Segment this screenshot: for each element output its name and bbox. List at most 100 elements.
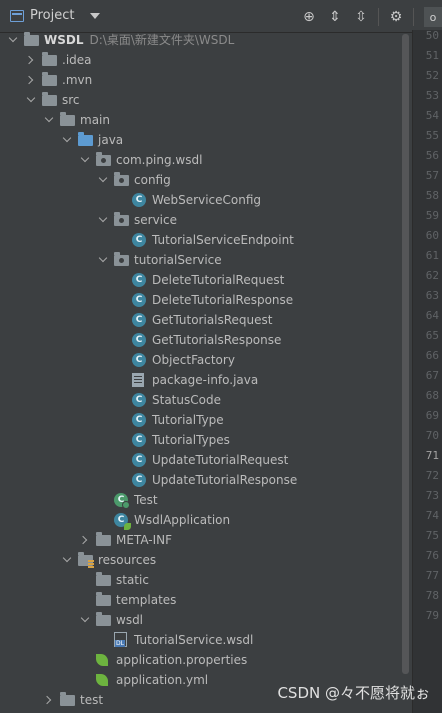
tree-node[interactable]: C ObjectFactory [0, 350, 412, 370]
tree-node[interactable]: C UpdateTutorialRequest [0, 450, 412, 470]
tree-node[interactable]: .idea [0, 50, 412, 70]
project-view-selector[interactable]: Project [10, 8, 101, 23]
tree-node[interactable]: templates [0, 590, 412, 610]
chevron-down-icon[interactable] [62, 135, 72, 145]
tree-node[interactable]: .mvn [0, 70, 412, 90]
tree-node-label: TutorialType [152, 412, 224, 428]
tree-node[interactable]: src [0, 90, 412, 110]
tree-node[interactable]: resources [0, 550, 412, 570]
tree-node-label: WSDL D:\桌面\新建文件夹\WSDL [44, 32, 234, 48]
folder-icon [24, 32, 39, 46]
node-name: .mvn [62, 73, 93, 87]
chevron-down-icon[interactable] [98, 215, 108, 225]
tree-node-label: GetTutorialsResponse [152, 332, 281, 348]
editor-tab[interactable]: o [424, 7, 442, 27]
line-number: 75 [425, 529, 439, 542]
class-icon: C [132, 393, 146, 407]
tree-node[interactable]: C GetTutorialsResponse [0, 330, 412, 350]
node-name: application.yml [116, 673, 209, 687]
gear-icon[interactable]: ⚙ [383, 7, 409, 27]
tree-node[interactable]: C UpdateTutorialResponse [0, 470, 412, 490]
expand-all-icon[interactable]: ⇕ [322, 7, 348, 27]
tree-node-label: package-info.java [152, 372, 258, 388]
line-number: 70 [425, 429, 439, 442]
chevron-down-icon[interactable] [90, 12, 101, 19]
node-name: DeleteTutorialResponse [152, 293, 294, 307]
project-tree: WSDL D:\桌面\新建文件夹\WSDL .idea .mvn src main java… [0, 30, 412, 713]
class-icon: C [132, 193, 146, 207]
node-name: WsdlApplication [134, 513, 231, 527]
node-name: GetTutorialsRequest [152, 313, 273, 327]
chevron-down-icon[interactable] [80, 155, 90, 165]
tree-node[interactable]: application.properties [0, 650, 412, 670]
tree-node-label: META-INF [116, 532, 172, 548]
chevron-down-icon[interactable] [98, 255, 108, 265]
node-name: .idea [62, 53, 92, 67]
tree-node[interactable]: static [0, 570, 412, 590]
tree-node[interactable]: com.ping.wsdl [0, 150, 412, 170]
line-number: 66 [425, 349, 439, 362]
tree-node[interactable]: C WsdlApplication [0, 510, 412, 530]
chevron-down-icon[interactable] [80, 615, 90, 625]
chevron-right-icon[interactable] [44, 695, 54, 705]
tree-node[interactable]: C TutorialType [0, 410, 412, 430]
tree-node[interactable]: DL TutorialService.wsdl [0, 630, 412, 650]
tree-node[interactable]: C WebServiceConfig [0, 190, 412, 210]
tree-node[interactable]: main [0, 110, 412, 130]
chevron-down-icon[interactable] [44, 115, 54, 125]
tree-node-label: service [134, 212, 177, 228]
tree-node-label: wsdl [116, 612, 143, 628]
class-icon: C [132, 333, 146, 347]
chevron-down-icon[interactable] [62, 555, 72, 565]
tree-node-label: TutorialServiceEndpoint [152, 232, 294, 248]
tree-node[interactable]: C GetTutorialsRequest [0, 310, 412, 330]
crosshair-icon[interactable]: ⊕ [296, 7, 322, 27]
line-number: 56 [425, 149, 439, 162]
chevron-down-icon[interactable] [98, 175, 108, 185]
folder-icon [60, 692, 75, 706]
chevron-right-icon[interactable] [80, 535, 90, 545]
line-number: 54 [425, 109, 439, 122]
chevron-down-icon[interactable] [8, 35, 18, 45]
tree-node-label: config [134, 172, 171, 188]
tree-node[interactable]: C StatusCode [0, 390, 412, 410]
editor-gutter: 50 51 52 53 54 55 56 57 58 59 60 61 62 63 64 65 66 67 68 69… [412, 30, 442, 713]
class-icon: C [132, 353, 146, 367]
tree-node[interactable]: C Test [0, 490, 412, 510]
line-number: 53 [425, 89, 439, 102]
spring-leaf-icon [96, 654, 108, 666]
tree-node[interactable]: wsdl [0, 610, 412, 630]
tree-node[interactable]: config [0, 170, 412, 190]
tree-node[interactable]: service [0, 210, 412, 230]
line-number: 71 [425, 449, 439, 462]
tree-node-label: UpdateTutorialResponse [152, 472, 297, 488]
tree-node[interactable]: C TutorialServiceEndpoint [0, 230, 412, 250]
chevron-down-icon[interactable] [26, 95, 36, 105]
tree-node[interactable]: package-info.java [0, 370, 412, 390]
tree-scrollbar[interactable] [402, 34, 409, 674]
tree-node-label: WsdlApplication [134, 512, 230, 528]
tree-node[interactable]: C DeleteTutorialRequest [0, 270, 412, 290]
tree-node-label: java [98, 132, 123, 148]
folder-icon [96, 592, 111, 606]
chevron-right-icon[interactable] [26, 75, 36, 85]
tree-node[interactable]: C TutorialTypes [0, 430, 412, 450]
chevron-right-icon[interactable] [26, 55, 36, 65]
node-name: ObjectFactory [152, 353, 235, 367]
line-number: 55 [425, 129, 439, 142]
tree-node-label: Test [134, 492, 158, 508]
collapse-all-icon[interactable]: ⇳ [348, 7, 374, 27]
module-path: D:\桌面\新建文件夹\WSDL [89, 33, 235, 47]
package-icon [114, 212, 129, 226]
tree-node[interactable]: C DeleteTutorialResponse [0, 290, 412, 310]
folder-icon [96, 612, 111, 626]
tree-node[interactable]: WSDL D:\桌面\新建文件夹\WSDL [0, 30, 412, 50]
tree-node[interactable]: tutorialService [0, 250, 412, 270]
package-icon [96, 152, 111, 166]
tree-node[interactable]: META-INF [0, 530, 412, 550]
node-name: resources [98, 553, 157, 567]
node-name: wsdl [116, 613, 144, 627]
tree-node-label: GetTutorialsRequest [152, 312, 273, 328]
tree-node-label: main [80, 112, 110, 128]
tree-node[interactable]: java [0, 130, 412, 150]
